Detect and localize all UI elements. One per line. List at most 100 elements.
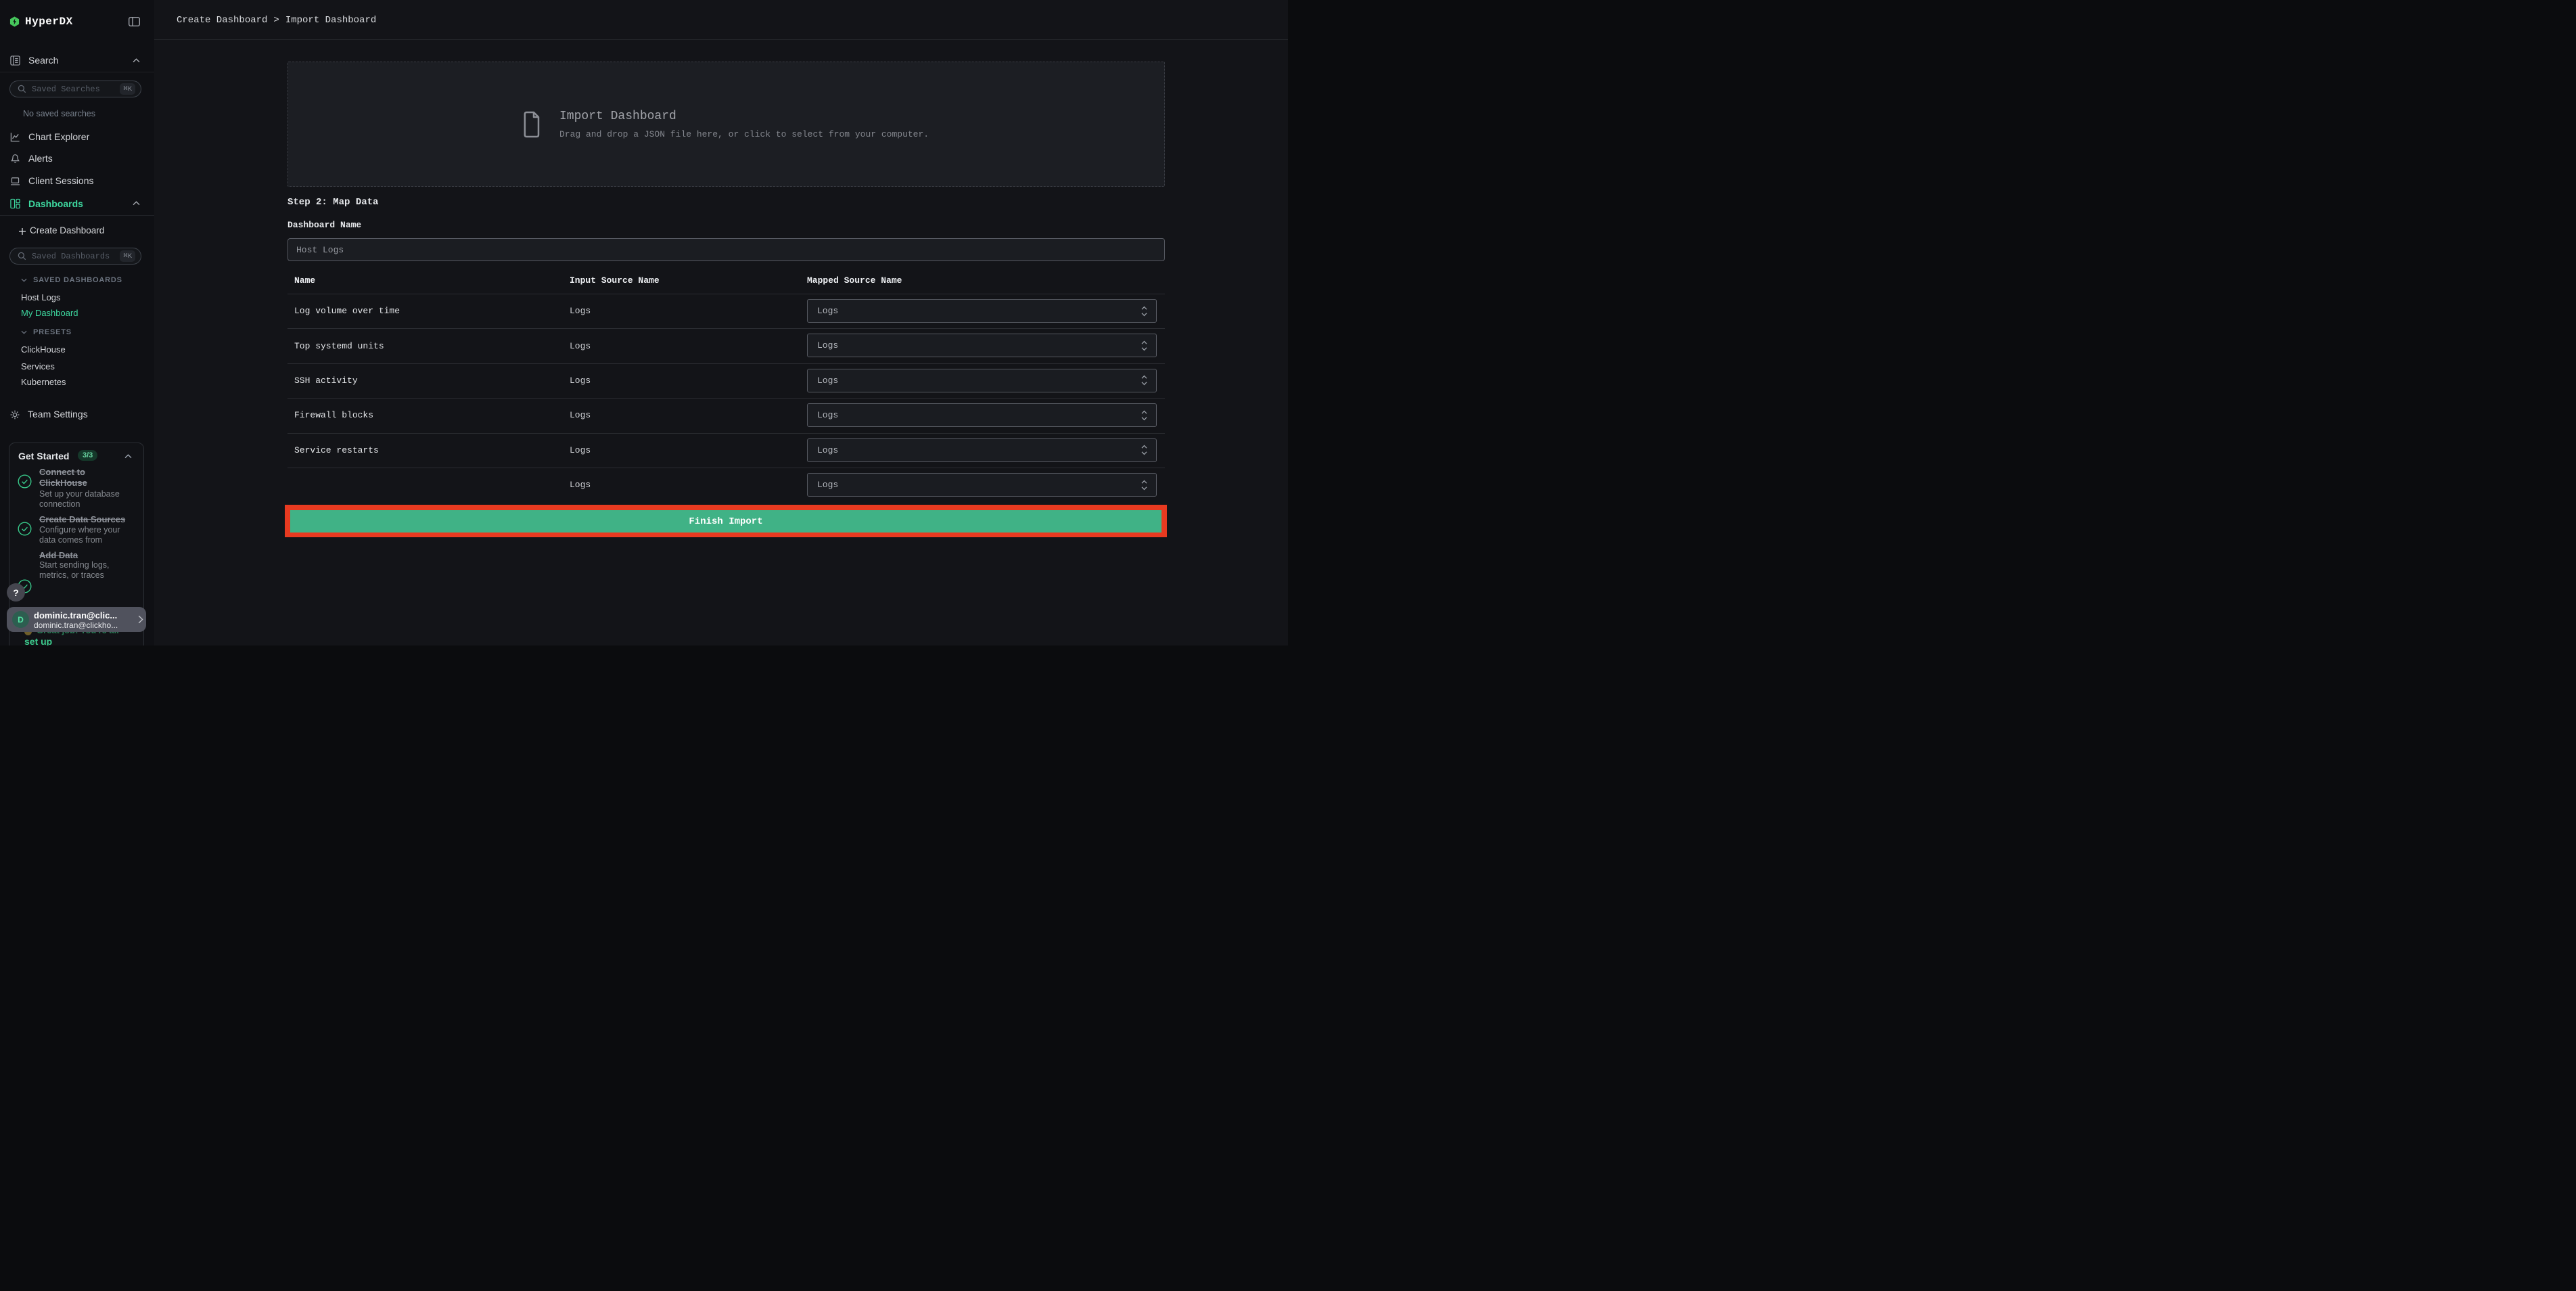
chevron-up-icon[interactable] [124,454,132,459]
chart-line-icon [10,132,20,142]
get-started-item-title: Add Data [39,550,78,560]
gear-icon [9,409,20,420]
row-input-source-cell: Logs [570,375,591,386]
avatar: D [12,611,29,628]
check-circle-icon [18,474,32,489]
chevron-right-icon [138,615,143,624]
mapped-source-select[interactable]: Logs [807,368,1157,392]
no-saved-searches-note: No saved searches [23,109,96,118]
get-started-badge: 3/3 [78,450,98,461]
row-input-source-cell: Logs [570,410,591,421]
congrats-line2: set up [24,636,53,646]
row-name-cell: Log volume over time [294,306,400,317]
sidebar-item-chart-explorer[interactable]: Chart Explorer [0,126,154,148]
sidebar-item-label: Chart Explorer [28,131,90,142]
check-circle-icon [18,522,32,536]
sidebar: HyperDX Search Saved Searches ⌘K No save… [0,0,155,646]
table-row: Service restarts Logs Logs [288,433,1165,468]
get-started-item-title: Connect to ClickHouse [39,467,87,488]
column-header-name: Name [294,275,316,286]
sidebar-item-label: Search [28,55,59,66]
sidebar-item-alerts[interactable]: Alerts [0,148,154,169]
group-label: SAVED DASHBOARDS [33,276,122,284]
sidebar-item-team-settings[interactable]: Team Settings [0,405,154,425]
user-email: dominic.tran@clickho... [34,620,118,630]
table-row: Top systemd units Logs Logs [288,328,1165,363]
bell-icon [10,154,20,164]
hyperdx-logo-icon[interactable] [9,16,20,27]
sidebar-item-label: Alerts [28,153,53,164]
create-dashboard-label: Create Dashboard [30,225,105,235]
preset-link-kubernetes[interactable]: Kubernetes [21,377,66,387]
row-input-source-cell: Logs [570,445,591,455]
app-root: HyperDX Search Saved Searches ⌘K No save… [0,0,1288,646]
sidebar-collapse-icon[interactable] [129,17,140,26]
mapped-source-select[interactable]: Logs [807,334,1157,358]
mapped-source-value: Logs [817,375,839,386]
sidebar-item-dashboards[interactable]: Dashboards [0,193,154,214]
chevron-up-icon [133,201,140,206]
user-name: dominic.tran@clic... [34,610,118,620]
divider [0,215,154,216]
mapped-source-select[interactable]: Logs [807,473,1157,497]
finish-import-button[interactable]: Finish Import [290,510,1162,533]
input-placeholder: Saved Searches [32,84,100,94]
create-dashboard-button[interactable]: Create Dashboard [0,223,154,240]
mapped-source-value: Logs [817,340,839,351]
row-name-cell: SSH activity [294,375,358,386]
get-started-item-desc: Set up your database connection [39,489,120,509]
group-label: PRESETS [33,328,72,336]
saved-dashboards-input[interactable]: Saved Dashboards ⌘K [9,248,141,265]
mapped-source-value: Logs [817,306,839,316]
table-row: Logs Logs [288,468,1165,502]
row-input-source-cell: Logs [570,480,591,491]
preset-link-services[interactable]: Services [21,361,55,371]
selector-icon [1141,410,1147,421]
saved-searches-input[interactable]: Saved Searches ⌘K [9,81,141,97]
help-button[interactable]: ? [7,583,25,602]
row-name-cell: Service restarts [294,445,379,455]
get-started-item-desc: Start sending logs, metrics, or traces [39,560,110,580]
breadcrumb-separator: > [273,14,279,26]
row-input-source-cell: Logs [570,306,591,317]
group-saved-dashboards[interactable]: SAVED DASHBOARDS [0,275,154,287]
dashboards-icon [10,198,20,209]
dashboard-link-host-logs[interactable]: Host Logs [21,292,61,302]
mapped-source-value: Logs [817,480,839,490]
mapped-source-select[interactable]: Logs [807,299,1157,323]
table-row: SSH activity Logs Logs [288,363,1165,398]
selector-icon [1141,375,1147,386]
selector-icon [1141,480,1147,490]
chevron-down-icon [21,330,27,334]
main-area: Create Dashboard > Import Dashboard Impo… [154,0,1288,646]
sidebar-item-label: Client Sessions [28,175,94,186]
chevron-down-icon [21,278,27,282]
user-menu[interactable]: D dominic.tran@clic... dominic.tran@clic… [7,607,146,632]
selector-icon [1141,445,1147,455]
annotation-highlight-box: Finish Import [285,505,1167,537]
brand-title[interactable]: HyperDX [25,16,73,28]
search-icon [18,85,26,93]
sidebar-item-search[interactable]: Search [0,51,154,70]
input-placeholder: Saved Dashboards [32,251,110,261]
laptop-icon [10,177,20,186]
sidebar-item-client-sessions[interactable]: Client Sessions [0,170,154,191]
selector-icon [1141,340,1147,351]
search-icon [18,252,26,261]
table-row: Firewall blocks Logs Logs [288,398,1165,432]
plus-icon [18,227,26,235]
dashboard-link-my-dashboard[interactable]: My Dashboard [21,308,78,318]
chevron-up-icon [133,58,140,63]
group-presets[interactable]: PRESETS [0,327,154,339]
mapped-source-select[interactable]: Logs [807,403,1157,428]
kbd-shortcut: ⌘K [120,250,135,262]
table-row: Log volume over time Logs Logs [288,294,1165,328]
breadcrumb-create-dashboard[interactable]: Create Dashboard [177,15,267,26]
search-list-icon [10,55,20,66]
column-header-mapped-source: Mapped Source Name [807,275,902,286]
column-header-input-source: Input Source Name [570,275,660,286]
get-started-title: Get Started [18,451,70,461]
mapped-source-select[interactable]: Logs [807,438,1157,462]
get-started-item-title: Create Data Sources [39,514,126,524]
preset-link-clickhouse[interactable]: ClickHouse [21,344,66,355]
